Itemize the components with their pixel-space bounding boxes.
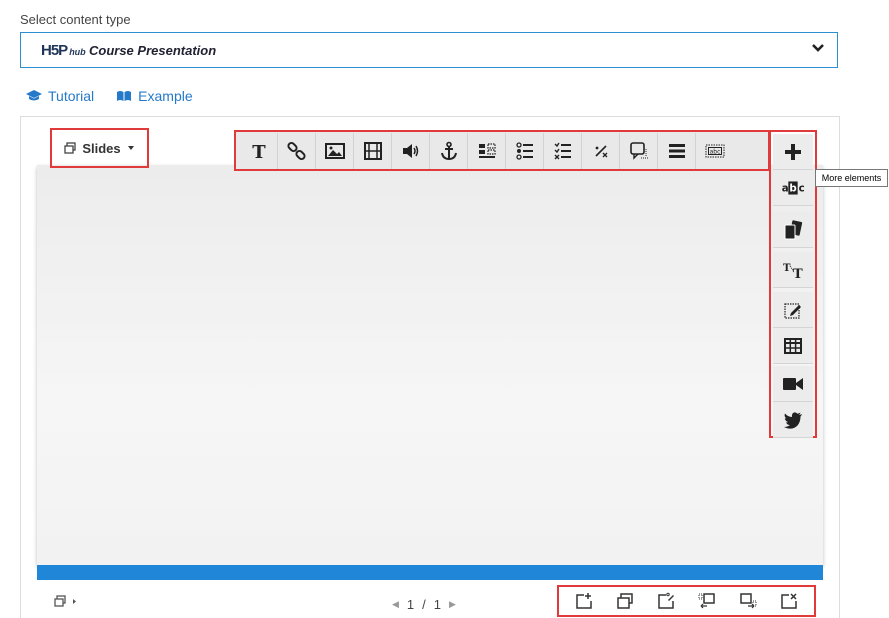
anchor-button[interactable] <box>430 132 468 169</box>
image-button[interactable] <box>316 132 354 169</box>
mark-words-icon: abc <box>782 180 805 194</box>
h5p-hub-logo: H5P hub <box>41 42 86 59</box>
twitter-icon <box>784 411 802 429</box>
multi-select-button[interactable] <box>544 132 582 169</box>
slide-tools <box>557 585 816 617</box>
clone-slide-icon[interactable] <box>616 592 634 610</box>
table-icon <box>784 337 802 354</box>
svg-text:T: T <box>783 263 791 274</box>
tutorial-link[interactable]: Tutorial <box>26 88 94 104</box>
next-slide-icon[interactable]: ▶ <box>449 599 456 610</box>
text-drag-icon: TT <box>783 263 803 280</box>
audio-button[interactable] <box>392 132 430 169</box>
example-link[interactable]: Example <box>116 88 193 104</box>
svg-text:T: T <box>252 142 266 161</box>
mark-words-button[interactable]: abc <box>773 170 813 206</box>
delete-slide-icon[interactable] <box>780 592 798 610</box>
new-slide-icon[interactable] <box>575 592 593 610</box>
link-icon <box>286 141 306 160</box>
svg-text:b: b <box>789 182 796 194</box>
chevron-down-icon <box>812 44 824 52</box>
list-radio-icon <box>515 141 533 160</box>
drag-text-element-button[interactable]: TT <box>773 252 813 288</box>
more-elements-sidebar: abc TT <box>769 130 817 438</box>
book-icon <box>117 91 132 101</box>
progress-bar <box>37 565 823 580</box>
video-camera-icon <box>783 377 803 390</box>
slides-menu-label: Slides <box>82 140 121 156</box>
current-slide-number: 1 <box>406 597 415 612</box>
dialog-cards-button[interactable] <box>620 132 658 169</box>
drag-and-drop-button[interactable] <box>468 132 506 169</box>
svg-text:a: a <box>782 182 789 194</box>
more-elements-button[interactable] <box>773 134 813 170</box>
slide-pager: ◀ 1 / 1 ▶ <box>392 597 456 612</box>
move-slide-left-icon[interactable] <box>698 592 716 610</box>
previous-slide-icon[interactable]: ◀ <box>392 599 399 610</box>
drag-drop-icon <box>478 142 496 158</box>
speech-box-icon <box>629 141 648 160</box>
table-button[interactable] <box>773 328 813 364</box>
speaker-icon <box>402 143 418 158</box>
memory-game-button[interactable] <box>773 212 813 248</box>
anchor-icon <box>440 141 457 160</box>
select-content-type-label: Select content type <box>20 12 131 27</box>
link-button[interactable] <box>278 132 316 169</box>
slide-canvas[interactable] <box>37 165 823 565</box>
element-toolbar: T abc <box>234 130 770 171</box>
svg-text:c: c <box>799 182 805 194</box>
caret-right-icon <box>73 598 76 604</box>
video-button[interactable] <box>354 132 392 169</box>
pager-separator: / <box>422 597 426 612</box>
move-slide-right-icon[interactable] <box>739 592 757 610</box>
drag-text-button[interactable]: abc <box>696 133 734 169</box>
graduation-cap-icon <box>26 90 42 101</box>
svg-text:abc: abc <box>710 148 721 155</box>
slides-icon <box>64 142 76 154</box>
example-link-label: Example <box>138 88 193 104</box>
slide-background-icon[interactable] <box>657 592 675 610</box>
cards-icon <box>784 219 803 239</box>
film-icon <box>363 141 382 160</box>
slide-list-toggle[interactable] <box>54 595 77 607</box>
text-button[interactable]: T <box>240 132 278 169</box>
svg-text:T: T <box>793 267 803 280</box>
checklist-icon <box>554 142 571 159</box>
plus-icon <box>785 143 801 160</box>
tutorial-link-label: Tutorial <box>48 88 95 104</box>
more-elements-tooltip: More elements <box>815 169 888 187</box>
summary-list-icon <box>668 143 685 158</box>
twitter-feed-button[interactable] <box>773 402 813 438</box>
text-icon: T <box>252 142 266 161</box>
single-choice-set-button[interactable] <box>773 292 813 328</box>
slides-menu-button[interactable]: Slides <box>50 128 149 168</box>
edit-box-icon <box>784 302 801 319</box>
slides-icon <box>54 595 66 607</box>
fill-in-blanks-button[interactable] <box>582 132 620 169</box>
selected-content-type: Course Presentation <box>89 43 217 58</box>
summary-button[interactable] <box>658 132 696 169</box>
caret-down-icon <box>127 146 134 150</box>
multiple-choice-button[interactable] <box>506 132 544 169</box>
video-element-button[interactable] <box>773 366 813 402</box>
fraction-icon <box>594 144 607 157</box>
drag-text-icon: abc <box>705 144 725 157</box>
image-icon <box>324 142 345 159</box>
total-slides-number: 1 <box>433 597 442 612</box>
content-type-select[interactable]: H5P hub Course Presentation <box>20 32 838 68</box>
